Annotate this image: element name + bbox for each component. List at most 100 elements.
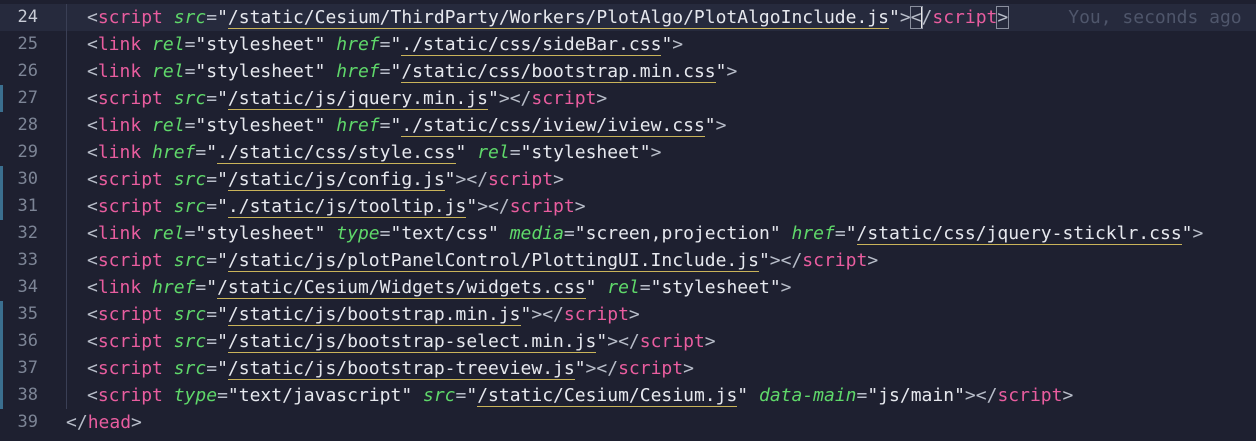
code-token: " [217,304,228,325]
code-token: > [683,358,694,379]
code-token: script [97,250,163,271]
code-token: src [173,304,207,325]
code-line[interactable]: 25 <link rel="stylesheet" href="./static/… [0,31,1256,58]
code-token: script [97,304,163,325]
code-token: src [173,169,207,190]
code-token: script [531,88,597,109]
code-token: src [173,7,207,28]
code-token: src [173,88,207,109]
line-number: 32 [17,223,38,243]
code-text: <script src="/static/js/config.js"></scr… [87,166,564,193]
code-token: > [899,7,911,28]
code-token: script [932,7,998,28]
code-token: /static/Cesium/ThirdParty/Workers/PlotAl… [227,7,889,29]
code-line[interactable]: 31 <script src="./static/js/tooltip.js"><… [0,193,1256,220]
code-token: script [97,196,163,217]
code-line[interactable]: 30 <script src="/static/js/config.js"></s… [0,166,1256,193]
code-line[interactable]: 24 <script src="/static/Cesium/ThirdParty… [0,4,1256,31]
line-number: 28 [17,115,38,135]
code-token: link [97,34,142,55]
code-token: "stylesheet" [650,277,781,298]
code-token: ./static/js/tooltip.js [227,196,467,218]
code-token: link [97,142,142,163]
code-token: < [87,196,98,217]
code-token: = [217,385,228,406]
code-line[interactable]: 37 <script src="/static/js/bootstrap-tree… [0,355,1256,382]
code-token: ></ [531,304,564,325]
indent-guide [66,31,67,58]
code-line[interactable]: 36 <script src="/static/js/bootstrap-sele… [0,328,1256,355]
code-token: script [997,385,1063,406]
code-token: rel [477,142,510,163]
code-token: < [87,250,98,271]
line-number: 36 [17,331,38,351]
code-text: <script src="/static/js/bootstrap-treevi… [87,355,694,382]
code-token: href [152,142,196,163]
code-text: <link rel="stylesheet" href="/static/css… [87,58,737,85]
code-token: " [737,385,749,406]
code-token: " [888,7,900,28]
code-token: script [563,304,629,325]
code-token: " [217,169,228,190]
code-line[interactable]: 29 <link href="./static/css/style.css" re… [0,139,1256,166]
code-token: ></ [455,169,489,190]
code-token: = [206,250,218,271]
code-token: script [509,196,575,217]
code-token: > [726,61,738,82]
code-token: "stylesheet" [195,115,326,136]
code-token: ></ [964,385,998,406]
code-line[interactable]: 27 <script src="/static/js/jquery.min.js"… [0,85,1256,112]
line-number: 39 [17,412,38,432]
code-token: "screen,projection" [574,223,781,244]
code-token: " [488,88,499,109]
code-token: = [184,61,196,82]
code-line[interactable]: 39 </head> [0,409,1256,436]
code-token: = [195,142,207,163]
code-token: ></ [477,196,510,217]
code-token: rel [152,115,185,136]
code-token: src [173,331,207,352]
indent-guide [66,220,67,247]
code-line[interactable]: 26 <link rel="stylesheet" href="/static/c… [0,58,1256,85]
code-token: script [97,169,163,190]
code-editor[interactable]: 24 <script src="/static/Cesium/ThirdParty… [0,0,1256,441]
code-token: link [97,61,142,82]
code-line[interactable]: 28 <link rel="stylesheet" href="./static/… [0,112,1256,139]
code-token: /static/js/config.js [227,169,445,191]
code-text: <link href="./static/css/style.css" rel=… [87,139,661,166]
code-token: "stylesheet" [195,34,326,55]
code-token: = [206,7,218,28]
code-token: < [87,277,98,298]
code-token: script [97,88,163,109]
code-token: rel [152,223,185,244]
code-line[interactable]: 32 <link rel="stylesheet" type="text/css"… [0,220,1256,247]
code-token: " [845,223,857,244]
code-token: " [390,34,402,55]
code-token: " [661,34,673,55]
code-token: > [553,169,564,190]
code-line[interactable]: 34 <link href="/static/Cesium/Widgets/wid… [0,274,1256,301]
code-line[interactable]: 38 <script type="text/javascript" src="/s… [0,382,1256,409]
code-token: > [780,277,792,298]
code-token: ></ [498,88,532,109]
code-token: ></ [585,358,619,379]
code-line[interactable]: 35 <script src="/static/js/bootstrap.min.… [0,301,1256,328]
code-token: " [206,142,218,163]
code-token: = [184,34,196,55]
code-token: /static/js/bootstrap.min.js [227,304,521,326]
code-token: rel [607,277,640,298]
code-token: ></ [607,331,640,352]
code-line[interactable]: 33 <script src="/static/js/plotPanelContr… [0,247,1256,274]
code-token: "stylesheet" [195,61,326,82]
line-number: 30 [17,169,38,189]
code-token: < [87,88,98,109]
line-number: 38 [17,385,38,405]
